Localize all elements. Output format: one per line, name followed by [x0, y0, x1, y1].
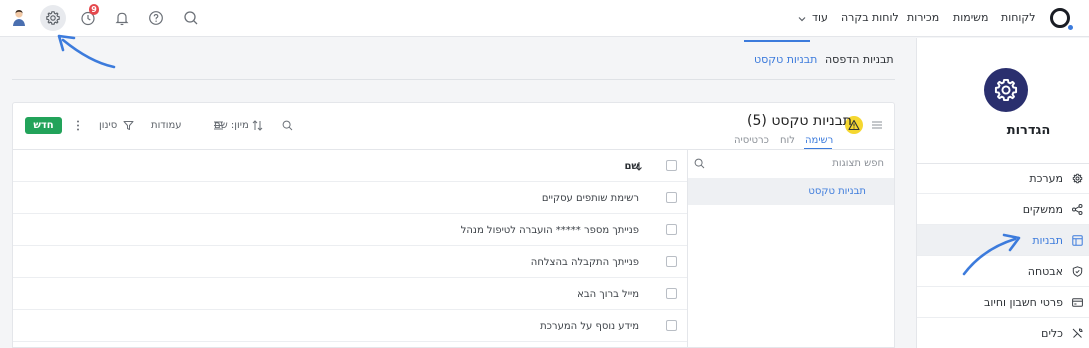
settings-item-label: מערכת: [1029, 172, 1063, 185]
gear-icon: [1072, 173, 1083, 184]
view-tab-board[interactable]: לוח: [780, 134, 795, 147]
avatar[interactable]: [11, 8, 27, 28]
row-checkbox[interactable]: [666, 224, 677, 235]
table-row[interactable]: מידע נוסף על המערכת: [13, 310, 687, 342]
view-tab-list[interactable]: רשימה: [805, 134, 833, 147]
search-icon[interactable]: [181, 8, 201, 28]
nav-sales[interactable]: מכירות: [907, 11, 939, 25]
table-row[interactable]: פנייתך התקבלה בהצלחה: [13, 246, 687, 278]
templates-tabs: תבניות הדפסה תבניות טקסט: [12, 38, 895, 80]
annotation-arrow-icon: [57, 34, 116, 69]
select-all-checkbox[interactable]: [666, 160, 677, 171]
help-icon[interactable]: [146, 8, 166, 28]
nav-dashboards[interactable]: לוחות בקרה: [841, 11, 899, 25]
nav-tasks[interactable]: משימות: [953, 11, 988, 25]
views-search-placeholder: חפש תצוגות: [832, 158, 884, 169]
settings-item-label: ממשקים: [1022, 203, 1063, 216]
nav-more[interactable]: עוד: [812, 11, 828, 25]
settings-item-integrations[interactable]: ממשקים: [917, 194, 1089, 225]
settings-title: הגדרות: [1006, 123, 1051, 138]
template-icon: [1072, 235, 1083, 246]
settings-item-tools[interactable]: כלים: [917, 318, 1089, 348]
row-name[interactable]: מייל ברוך הבא: [577, 288, 639, 301]
search-icon[interactable]: [282, 120, 293, 131]
settings-item-label: אבטחה: [1027, 265, 1063, 278]
settings-item-label: תבניות: [1032, 234, 1063, 247]
share-icon: [1072, 204, 1083, 215]
filter-button[interactable]: סינון: [99, 119, 117, 132]
settings-item-system[interactable]: מערכת: [917, 163, 1089, 194]
bell-icon[interactable]: [112, 8, 132, 28]
logo-icon[interactable]: [1049, 7, 1073, 31]
annotation-arrow-icon: [962, 233, 1021, 276]
row-checkbox[interactable]: [666, 192, 677, 203]
view-item-label: תבניות טקסט: [808, 186, 866, 197]
settings-item-label: כלים: [1041, 327, 1063, 340]
row-name[interactable]: פנייתך התקבלה בהצלחה: [531, 256, 639, 269]
shield-icon: [1072, 266, 1083, 277]
new-button[interactable]: חדש: [25, 117, 62, 134]
sort-icon[interactable]: [252, 120, 263, 131]
row-name[interactable]: מידע נוסף על המערכת: [540, 320, 639, 333]
columns-button[interactable]: עמודות: [151, 119, 182, 132]
menu-icon[interactable]: [872, 121, 882, 129]
top-bar: לקוחות משימות מכירות לוחות בקרה עוד 9: [0, 0, 1089, 37]
nav-customers[interactable]: לקוחות: [1001, 11, 1035, 25]
table-row[interactable]: מייל ברוך הבא: [13, 278, 687, 310]
settings-item-billing[interactable]: פרטי חשבון וחיוב: [917, 287, 1089, 318]
row-name[interactable]: רשימת שותפים עסקיים: [542, 192, 639, 205]
gear-icon: [46, 11, 60, 25]
settings-item-label: פרטי חשבון וחיוב: [984, 296, 1063, 309]
settings-panel: הגדרות מערכת ממשקים תבניות אבטחה פרטי חש…: [916, 38, 1089, 348]
row-checkbox[interactable]: [666, 320, 677, 331]
column-header-name[interactable]: שם: [624, 160, 639, 173]
row-checkbox[interactable]: [666, 288, 677, 299]
more-options-icon[interactable]: [76, 120, 80, 131]
views-search-input[interactable]: חפש תצוגות: [688, 150, 894, 178]
tab-print-templates[interactable]: תבניות הדפסה: [825, 53, 894, 67]
tools-icon: [1072, 328, 1083, 339]
settings-gear-icon: [984, 68, 1028, 112]
table-header: שם: [13, 150, 687, 182]
columns-icon[interactable]: [213, 120, 224, 131]
chevron-down-icon[interactable]: [797, 14, 807, 24]
table-row[interactable]: רשימת שותפים עסקיים: [13, 182, 687, 214]
active-tab-indicator: [744, 40, 810, 42]
notifications-badge: 9: [89, 4, 99, 15]
search-icon[interactable]: [694, 158, 705, 169]
credit-card-icon: [1072, 297, 1083, 308]
table-row[interactable]: פנייתך מספר ***** הועברה לטיפול מנהל: [13, 214, 687, 246]
tab-text-templates[interactable]: תבניות טקסט: [754, 53, 817, 67]
row-checkbox[interactable]: [666, 256, 677, 267]
filter-icon[interactable]: [123, 120, 134, 131]
view-item-text-templates[interactable]: תבניות טקסט: [688, 178, 894, 205]
view-tab-cards[interactable]: כרטיסיה: [734, 134, 769, 147]
row-name[interactable]: פנייתך מספר ***** הועברה לטיפול מנהל: [461, 224, 639, 237]
page-title: תבניות טקסט (5): [747, 113, 852, 129]
templates-card: תבניות טקסט (5) רשימה לוח כרטיסיה מיון: …: [12, 102, 895, 348]
